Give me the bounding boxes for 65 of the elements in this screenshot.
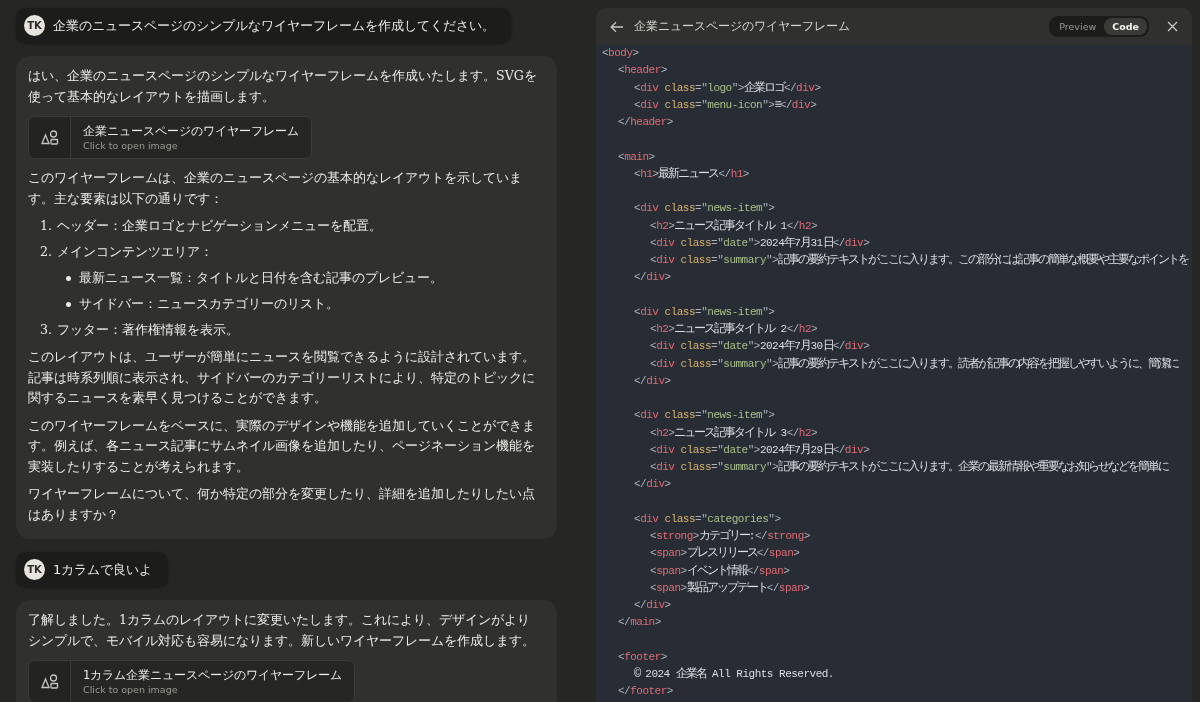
paragraph: はい、企業のニュースページのシンプルなワイヤーフレームを作成いたします。SVGを使って基本的なレイアウトを描画します。 bbox=[28, 67, 538, 106]
code-line: <div class="date">2024年7月31日</div> bbox=[649, 234, 871, 252]
shapes-icon bbox=[40, 673, 59, 690]
list-number: 1. bbox=[40, 217, 53, 235]
code-line: <div class="news-item"> bbox=[633, 408, 776, 424]
close-icon[interactable] bbox=[1167, 21, 1178, 32]
code-line: <span>製品アップデート</span> bbox=[649, 579, 811, 597]
list-item: メインコンテンツエリア： bbox=[57, 243, 214, 261]
artifact-subtitle: Click to open image bbox=[83, 683, 179, 696]
paragraph: このワイヤーフレームは、企業のニュースページの基本的なレイアウトを示しています。主な要素は以下の通りです： bbox=[28, 169, 523, 208]
code-line: <h2>ニュース記事タイトル 3</h2> bbox=[649, 424, 819, 442]
message-text: 企業のニュースページのシンプルなワイヤーフレームを作成してください。 bbox=[53, 16, 495, 35]
code-line: <span>プレスリリース</span> bbox=[649, 545, 801, 563]
paragraph: このレイアウトは、ユーザーが簡単にニュースを閲覧できるように設計されています。記事は時系列順に表示され、サイドバーのカテゴリーリストにより、特定のトピックに関するニュースを素早く見つけることができます。 bbox=[28, 348, 536, 407]
artifact-card[interactable]: 企業ニュースページのワイヤーフレーム Click to open image bbox=[28, 116, 312, 159]
code-line: <main> bbox=[617, 149, 656, 165]
code-line: <div class="categories"> bbox=[633, 511, 782, 527]
user-avatar: TK bbox=[24, 559, 45, 580]
panel-title: 企業ニュースページのワイヤーフレーム bbox=[634, 18, 851, 35]
view-tab[interactable]: Preview bbox=[1051, 18, 1105, 35]
shapes-icon bbox=[40, 129, 59, 146]
code-line: <div class="date">2024年7月29日</div> bbox=[649, 441, 871, 459]
code-line: <span>イベント情報</span> bbox=[649, 562, 791, 580]
artifact-title: 企業ニュースページのワイヤーフレーム bbox=[83, 123, 299, 139]
list-item: ヘッダー：企業ロゴとナビゲーションメニューを配置。 bbox=[57, 217, 383, 235]
list-number: 2. bbox=[40, 243, 53, 261]
code-line: <div class="news-item"> bbox=[633, 304, 776, 320]
code-line: <div class="summary">記事の要約テキストがここに入ります。この部分には記事の簡単な概要や主要なポイントを bbox=[649, 252, 1190, 269]
code-line: <h1>最新ニュース</h1> bbox=[633, 165, 750, 183]
user-avatar: TK bbox=[24, 15, 45, 36]
message-text: 1カラムで良いよ bbox=[53, 560, 153, 579]
list-item: 最新ニュース一覧：タイトルと日付を含む記事のプレビュー。 bbox=[79, 269, 443, 287]
code-line: <h2>ニュース記事タイトル 2</h2> bbox=[649, 321, 819, 338]
bullet-icon bbox=[66, 275, 71, 281]
code-line: <header> bbox=[617, 63, 668, 79]
code-line: <strong>カテゴリー:</strong> bbox=[649, 528, 811, 545]
view-tab[interactable]: Code bbox=[1104, 18, 1147, 35]
paragraph: ワイヤーフレームについて、何か特定の部分を変更したり、詳細を追加したりしたい点はありますか？ bbox=[28, 485, 536, 524]
list-number: 3. bbox=[40, 321, 53, 339]
code-line: <h2>ニュース記事タイトル 1</h2> bbox=[649, 217, 819, 235]
list-item: フッター：著作権情報を表示。 bbox=[57, 321, 240, 339]
back-arrow-icon[interactable] bbox=[610, 20, 624, 33]
code-line: <div class="logo">企業ロゴ</div> bbox=[633, 79, 822, 97]
code-line: <footer> bbox=[617, 649, 668, 665]
code-line: </main> bbox=[617, 615, 662, 631]
code-line: </footer> bbox=[617, 684, 674, 700]
code-line: </div> bbox=[633, 373, 672, 389]
code-line: <div class="summary">記事の要約テキストがここに入ります。読者が記事の内容を把握しやすいように、簡潔に bbox=[649, 355, 1180, 373]
code-line: © 2024 企業名 All Rights Reserved. bbox=[633, 666, 835, 683]
artifact-title: 1カラム企業ニュースページのワイヤーフレーム bbox=[83, 667, 343, 683]
code-line: <div class="summary">記事の要約テキストがここに入ります。企業の最新情報や重要なお知らせなどを簡単に bbox=[649, 459, 1170, 476]
code-line: </div> bbox=[633, 270, 672, 286]
artifact-card[interactable]: 1カラム企業ニュースページのワイヤーフレーム Click to open image bbox=[28, 660, 356, 702]
bullet-icon bbox=[66, 301, 71, 307]
artifact-subtitle: Click to open image bbox=[83, 139, 179, 152]
code-line: <div class="news-item"> bbox=[633, 201, 776, 217]
code-line: <div class="menu-icon">≡</div> bbox=[633, 96, 818, 114]
code-line: </header> bbox=[617, 115, 674, 130]
paragraph: このワイヤーフレームをベースに、実際のデザインや機能を追加していくことができます。例えば、各ニュース記事にサムネイル画像を追加したり、ページネーション機能を実装したりすることが考えられます。 bbox=[28, 416, 536, 476]
code-line: </div> bbox=[633, 477, 672, 493]
paragraph: 了解しました。1カラムのレイアウトに変更いたします。これにより、デザインがよりシンプルで、モバイル対応も容易になります。新しいワイヤーフレームを作成します。 bbox=[28, 611, 536, 650]
code-line: <body> bbox=[602, 46, 640, 61]
code-line: <div class="date">2024年7月30日</div> bbox=[649, 338, 871, 356]
code-line: </div> bbox=[633, 598, 672, 613]
list-item: サイドバー：ニュースカテゴリーのリスト。 bbox=[79, 295, 339, 313]
